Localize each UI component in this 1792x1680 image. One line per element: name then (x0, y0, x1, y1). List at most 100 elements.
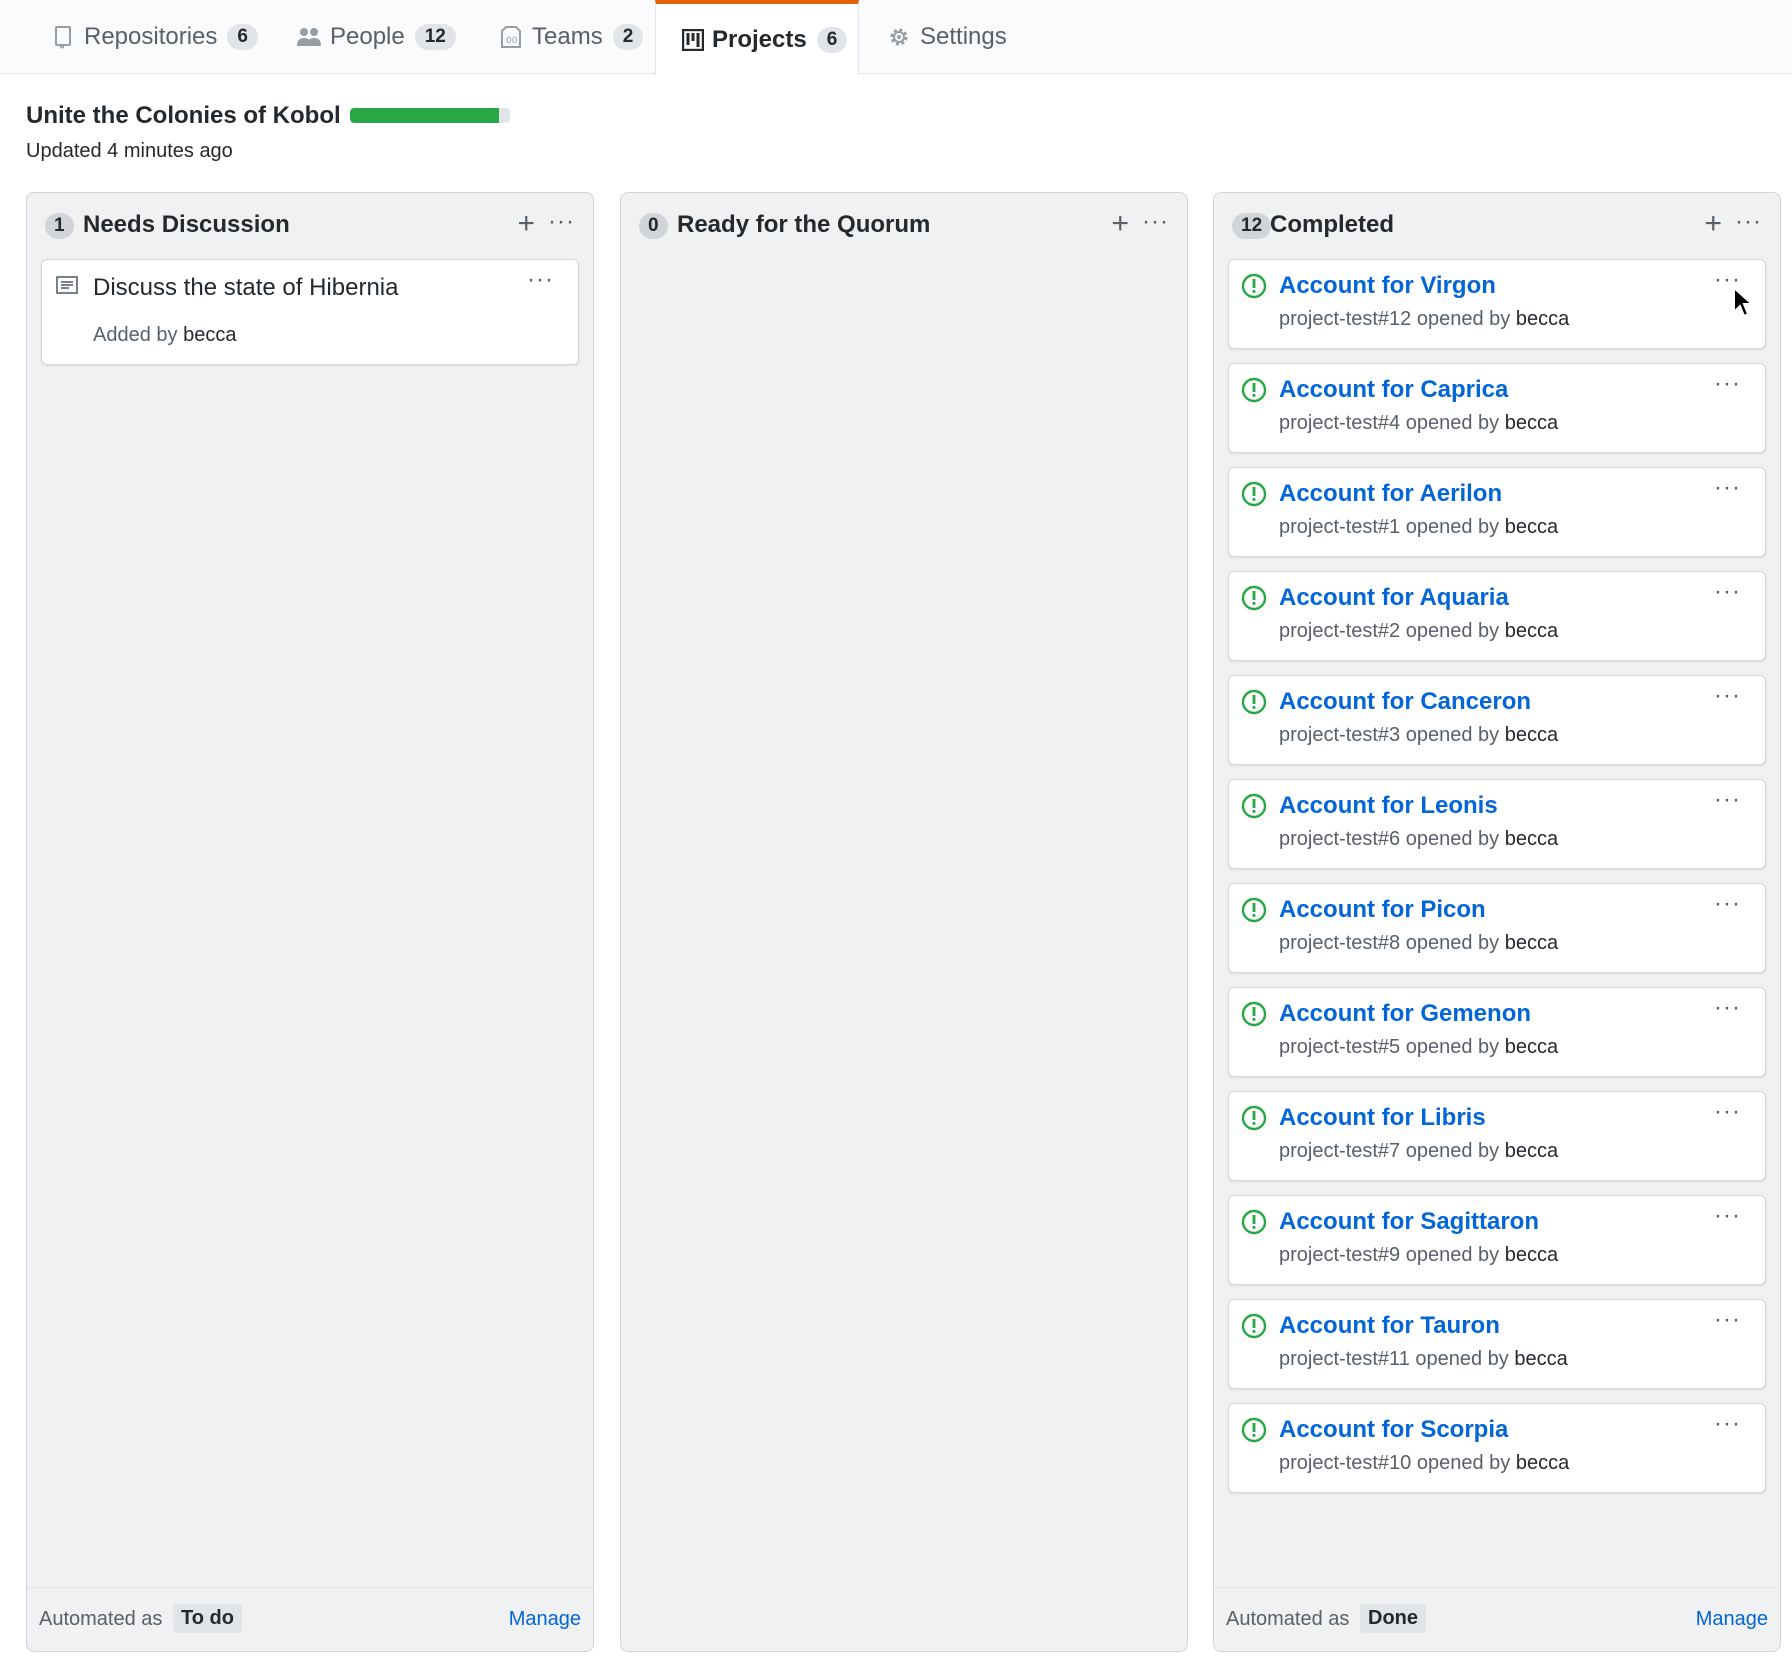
tab-repositories[interactable]: Repositories 6 (24, 0, 284, 74)
issue-ref[interactable]: project-test#1 (1279, 516, 1400, 538)
issue-card[interactable]: Account for Caprica ··· project-test#4 ope… (1228, 363, 1766, 453)
project-title[interactable]: Unite the Colonies of Kobol (26, 102, 341, 130)
issue-title-link[interactable]: Account for Virgon (1279, 272, 1496, 300)
tab-projects[interactable]: Projects 6 (655, 0, 859, 75)
issue-title-link[interactable]: Account for Gemenon (1279, 1000, 1531, 1028)
card-menu-button[interactable]: ··· (1714, 1204, 1741, 1228)
opened-by-label: opened by (1405, 724, 1500, 746)
column-ready-for-the-quorum: 0 Ready for the Quorum + ··· (620, 192, 1188, 1652)
issue-opened-icon (1241, 481, 1267, 512)
card-menu-button[interactable]: ··· (1714, 580, 1741, 604)
column-menu-button[interactable]: ··· (548, 207, 575, 237)
issue-meta: project-test#4 opened by becca (1279, 412, 1558, 435)
column-count: 12 (1232, 213, 1272, 239)
add-card-button[interactable]: + (517, 209, 535, 239)
opened-by-label: opened by (1405, 516, 1500, 538)
issue-ref[interactable]: project-test#4 (1279, 412, 1400, 434)
column-footer: Automated as Done Manage (1214, 1587, 1780, 1651)
card-menu-button[interactable]: ··· (1714, 476, 1741, 500)
add-card-button[interactable]: + (1704, 209, 1722, 239)
issue-author[interactable]: becca (1514, 1348, 1567, 1370)
issue-card[interactable]: Account for Scorpia ··· project-test#10 op… (1228, 1403, 1766, 1493)
issue-author[interactable]: becca (1516, 308, 1569, 330)
issue-title-link[interactable]: Account for Caprica (1279, 376, 1508, 404)
issue-card[interactable]: Account for Aerilon ··· project-test#1 ope… (1228, 467, 1766, 557)
issue-card[interactable]: Account for Aquaria ··· project-test#2 ope… (1228, 571, 1766, 661)
added-by-label: Added by (93, 324, 178, 346)
issue-title-link[interactable]: Account for Tauron (1279, 1312, 1500, 1340)
issue-card[interactable]: Account for Sagittaron ··· project-test#9 … (1228, 1195, 1766, 1285)
card-menu-button[interactable]: ··· (1714, 1100, 1741, 1124)
card-menu-button[interactable]: ··· (1714, 684, 1741, 708)
issue-ref[interactable]: project-test#11 (1279, 1348, 1410, 1370)
issue-title-link[interactable]: Account for Picon (1279, 896, 1486, 924)
note-author[interactable]: becca (183, 324, 236, 346)
tab-label: Repositories (84, 23, 218, 50)
manage-automation-link[interactable]: Manage (1696, 1608, 1768, 1631)
issue-card[interactable]: Account for Leonis ··· project-test#6 open… (1228, 779, 1766, 869)
column-count: 0 (639, 213, 668, 239)
issue-opened-icon (1241, 897, 1267, 928)
issue-title-link[interactable]: Account for Libris (1279, 1104, 1486, 1132)
column-menu-button[interactable]: ··· (1142, 207, 1169, 237)
issue-meta: project-test#5 opened by becca (1279, 1036, 1558, 1059)
opened-by-label: opened by (1405, 1140, 1500, 1162)
automation-label: Automated as (39, 1608, 163, 1630)
issue-ref[interactable]: project-test#5 (1279, 1036, 1400, 1058)
issue-ref[interactable]: project-test#3 (1279, 724, 1400, 746)
issue-card[interactable]: Account for Gemenon ··· project-test#5 ope… (1228, 987, 1766, 1077)
issue-author[interactable]: becca (1516, 1452, 1569, 1474)
column-menu-button[interactable]: ··· (1735, 207, 1762, 237)
issue-ref[interactable]: project-test#7 (1279, 1140, 1400, 1162)
issue-card[interactable]: Account for Canceron ··· project-test#3 op… (1228, 675, 1766, 765)
issue-ref[interactable]: project-test#12 (1279, 308, 1411, 330)
card-menu-button[interactable]: ··· (527, 268, 554, 292)
issue-author[interactable]: becca (1505, 620, 1558, 642)
add-card-button[interactable]: + (1111, 209, 1129, 239)
tab-teams[interactable]: 00 Teams 2 (472, 0, 669, 74)
issue-meta: project-test#2 opened by becca (1279, 620, 1558, 643)
issue-ref[interactable]: project-test#8 (1279, 932, 1400, 954)
issue-ref[interactable]: project-test#2 (1279, 620, 1400, 642)
issue-author[interactable]: becca (1505, 412, 1558, 434)
issue-title-link[interactable]: Account for Aerilon (1279, 480, 1502, 508)
issue-title-link[interactable]: Account for Leonis (1279, 792, 1498, 820)
note-card[interactable]: Discuss the state of Hibernia ··· Added … (41, 259, 579, 365)
issue-meta: project-test#1 opened by becca (1279, 516, 1558, 539)
issue-title-link[interactable]: Account for Scorpia (1279, 1416, 1508, 1444)
issue-card[interactable]: Account for Picon ··· project-test#8 opene… (1228, 883, 1766, 973)
issue-author[interactable]: becca (1505, 1244, 1558, 1266)
manage-automation-link[interactable]: Manage (509, 1608, 581, 1631)
column-header: 1 Needs Discussion + ··· (27, 193, 593, 257)
card-menu-button[interactable]: ··· (1714, 996, 1741, 1020)
card-menu-button[interactable]: ··· (1714, 892, 1741, 916)
issue-author[interactable]: becca (1505, 932, 1558, 954)
issue-title-link[interactable]: Account for Aquaria (1279, 584, 1509, 612)
issue-ref[interactable]: project-test#10 (1279, 1452, 1411, 1474)
issue-card[interactable]: Account for Virgon ··· project-test#12 ope… (1228, 259, 1766, 349)
column-needs-discussion: 1 Needs Discussion + ··· Discuss the sta… (26, 192, 594, 1652)
card-menu-button[interactable]: ··· (1714, 788, 1741, 812)
tab-settings[interactable]: Settings (860, 0, 1033, 74)
card-menu-button[interactable]: ··· (1714, 1308, 1741, 1332)
issue-ref[interactable]: project-test#6 (1279, 828, 1400, 850)
issue-card[interactable]: Account for Libris ··· project-test#7 open… (1228, 1091, 1766, 1181)
issue-author[interactable]: becca (1505, 828, 1558, 850)
issue-card[interactable]: Account for Tauron ··· project-test#11 ope… (1228, 1299, 1766, 1389)
card-menu-button[interactable]: ··· (1714, 1412, 1741, 1436)
issue-author[interactable]: becca (1505, 724, 1558, 746)
issue-ref[interactable]: project-test#9 (1279, 1244, 1400, 1266)
opened-by-label: opened by (1405, 620, 1500, 642)
issue-title-link[interactable]: Account for Sagittaron (1279, 1208, 1539, 1236)
column-header: 0 Ready for the Quorum + ··· (621, 193, 1187, 257)
tab-people[interactable]: People 12 (270, 0, 482, 74)
card-menu-button[interactable]: ··· (1714, 372, 1741, 396)
issue-author[interactable]: becca (1505, 1036, 1558, 1058)
opened-by-label: opened by (1416, 308, 1511, 330)
column-completed: 12 Completed + ··· Account for Virgon ···… (1213, 192, 1781, 1652)
issue-author[interactable]: becca (1505, 1140, 1558, 1162)
issue-title-link[interactable]: Account for Canceron (1279, 688, 1531, 716)
tab-label: Teams (532, 23, 603, 50)
issue-meta: project-test#10 opened by becca (1279, 1452, 1569, 1475)
issue-author[interactable]: becca (1505, 516, 1558, 538)
